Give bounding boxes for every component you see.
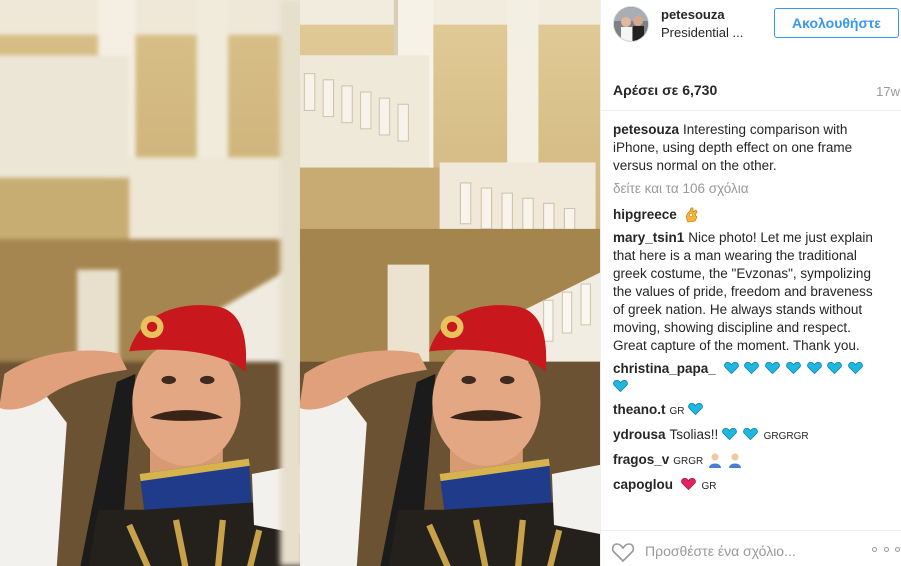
list-item: fragos_v GRGR [613,451,885,471]
comment-text: Tsolias!! [669,427,719,442]
like-heart-icon[interactable] [611,541,635,563]
post-header: petesouza Presidential ... Ακολουθήστε [601,0,901,48]
blue-heart-emoji-icon [743,427,758,441]
comment-username[interactable]: hipgreece [613,207,677,222]
blue-heart-emoji-icon [765,361,780,375]
more-options-icon[interactable] [872,547,900,555]
blue-heart-emoji-icon [613,379,628,393]
photo-frame-depth-effect [0,0,300,566]
avatar[interactable] [613,6,649,42]
post-sidebar: petesouza Presidential ... Ακολουθήστε Α… [600,0,901,566]
follow-button[interactable]: Ακολουθήστε [774,8,899,38]
blue-heart-emoji-icon [744,361,760,375]
ok-hand-emoji-icon [685,208,698,223]
post-time[interactable]: 17w [876,84,900,99]
view-all-comments-link[interactable]: δείτε και τα 106 σχόλια [613,180,885,198]
comment-username[interactable]: petesouza [613,122,679,137]
post-photo[interactable] [0,0,600,566]
comment-text: Nice photo! Let me just explain that her… [613,230,873,353]
likes-row: Αρέσει σε 6,730 17w [613,82,901,102]
comments-list: petesouza Interesting comparison with iPh… [613,121,885,501]
caption: petesouza Interesting comparison with iPh… [613,121,885,175]
comment-input[interactable] [645,541,845,561]
blue-heart-emoji-icon [723,361,739,375]
likes-count[interactable]: Αρέσει σε 6,730 [613,82,717,98]
blue-heart-emoji-icon [827,361,843,375]
list-item: theano.t GR [613,401,885,421]
greek-flag-text: GRGRGR [763,431,809,442]
post-location[interactable]: Presidential ... [661,25,761,40]
evzone-guard-figure [300,305,600,566]
blue-heart-emoji-icon [806,361,822,375]
greek-flag-text: GRGR [673,456,704,467]
blue-heart-emoji-icon [722,427,737,441]
blue-heart-emoji-icon [688,402,704,416]
photo-frame-normal [300,0,600,566]
comment-username[interactable]: ydrousa [613,427,666,442]
blue-heart-emoji-icon [786,361,801,375]
blue-heart-emoji-icon [848,361,863,375]
list-item: capoglou GR [613,476,885,496]
comment-username[interactable]: capoglou [613,477,673,492]
greek-flag-text: GR [701,481,717,492]
divider [601,110,901,111]
comment-username[interactable]: fragos_v [613,452,669,467]
red-heart-emoji-icon [680,477,696,491]
evzone-guard-figure [0,305,300,566]
list-item: christina_papa_ [613,360,885,396]
comment-username[interactable]: christina_papa_ [613,361,716,376]
post-username[interactable]: petesouza [661,7,725,22]
greek-flag-text: GR [669,406,685,417]
comment-bar [601,530,901,566]
couple-emoji-icon [709,453,722,469]
list-item: hipgreece [613,206,885,224]
list-item: mary_tsin1 Nice photo! Let me just explai… [613,229,885,355]
couple-emoji-icon [728,453,741,469]
comment-username[interactable]: mary_tsin1 [613,230,684,245]
comment-username[interactable]: theano.t [613,402,666,417]
list-item: ydrousa Tsolias!! GRGRGR [613,426,885,446]
